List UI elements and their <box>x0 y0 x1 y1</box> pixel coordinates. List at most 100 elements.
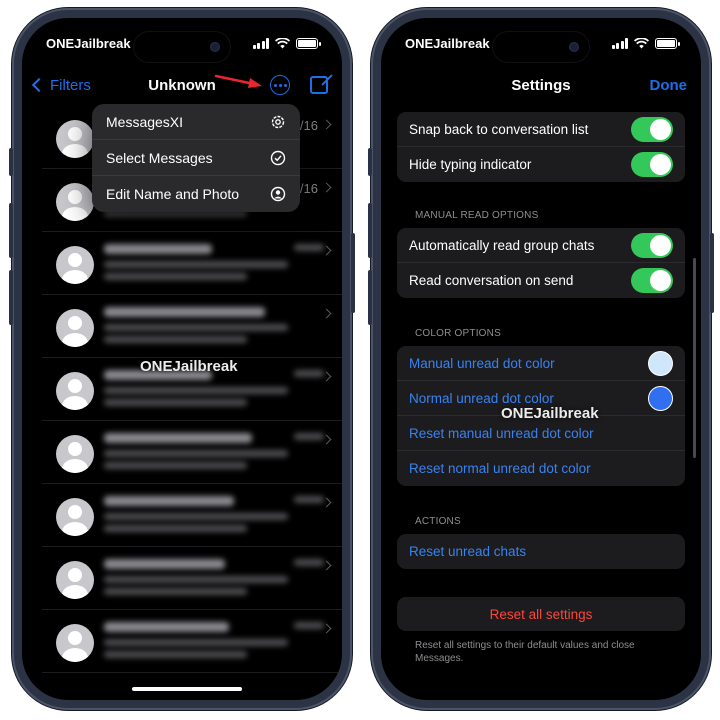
row-label: Manual unread dot color <box>409 355 555 371</box>
avatar <box>56 372 94 410</box>
volume-down-button <box>9 270 13 325</box>
menu-item-label: Select Messages <box>106 149 213 166</box>
read-on-send-row: Read conversation on send <box>397 263 685 298</box>
hide-typing-row: Hide typing indicator <box>397 147 685 182</box>
watermark: ONEJailbreak <box>501 405 599 422</box>
signal-icon <box>252 37 269 49</box>
carrier-label: ONEJailbreak <box>405 35 490 51</box>
row-label: Read conversation on send <box>409 273 574 288</box>
page-title: Settings <box>511 76 571 94</box>
carrier-label: ONEJailbreak <box>46 35 131 51</box>
more-options-icon[interactable] <box>270 75 290 95</box>
checkmark-circle-icon <box>270 150 286 165</box>
manual-dot-color-swatch[interactable] <box>648 350 673 376</box>
nav-bar: Filters Unknown <box>22 70 342 100</box>
row-label: Snap back to conversation list <box>409 121 589 137</box>
left-phone-frame: ONEJailbreak Filters Unknown /16 /16 Mes… <box>9 8 355 710</box>
row-label: Normal unread dot color <box>409 390 554 406</box>
avatar <box>56 120 94 158</box>
snap-back-toggle[interactable] <box>631 116 673 142</box>
blurred-preview <box>104 307 328 347</box>
left-screen: ONEJailbreak Filters Unknown /16 /16 Mes… <box>22 18 342 700</box>
row-label: Reset normal unread dot color <box>409 461 591 476</box>
done-button[interactable]: Done <box>650 77 688 94</box>
row-label: Reset unread chats <box>409 544 527 559</box>
blurred-preview <box>104 622 328 662</box>
section-header: MANUAL READ OPTIONS <box>415 210 539 221</box>
right-phone-frame: ONEJailbreak Settings Done Snap back to … <box>368 8 714 710</box>
hide-typing-toggle[interactable] <box>631 152 673 177</box>
dynamic-island <box>134 32 230 62</box>
person-circle-icon <box>270 186 286 202</box>
right-screen: ONEJailbreak Settings Done Snap back to … <box>381 18 701 700</box>
reset-normal-dot-button[interactable]: Reset normal unread dot color <box>397 451 685 486</box>
power-button <box>351 233 355 313</box>
watermark: ONEJailbreak <box>140 358 238 375</box>
blurred-preview <box>104 559 328 599</box>
conversation-date: /16 <box>299 181 318 196</box>
home-indicator <box>132 687 242 691</box>
conversation-row[interactable] <box>42 232 342 295</box>
section-header: ACTIONS <box>415 516 461 527</box>
settings-list: Snap back to conversation list Hide typi… <box>381 106 701 665</box>
avatar <box>56 561 94 599</box>
auto-read-group-row: Automatically read group chats <box>397 228 685 263</box>
snap-back-row: Snap back to conversation list <box>397 112 685 147</box>
battery-icon <box>655 37 680 49</box>
normal-dot-color-swatch[interactable] <box>648 385 673 411</box>
conversation-row[interactable] <box>42 295 342 358</box>
avatar <box>56 183 94 221</box>
reset-all-settings-button[interactable]: Reset all settings <box>397 597 685 631</box>
conversation-options-group: Snap back to conversation list Hide typi… <box>397 112 685 182</box>
avatar <box>56 498 94 536</box>
volume-up-button <box>368 203 372 258</box>
context-menu: MessagesXI Select Messages Edit Name and… <box>92 104 300 212</box>
camera-icon <box>210 42 220 52</box>
conversation-row[interactable] <box>42 421 342 484</box>
camera-icon <box>569 42 579 52</box>
avatar <box>56 624 94 662</box>
blurred-preview <box>104 244 328 284</box>
reset-all-group: Reset all settings <box>397 597 685 631</box>
battery-icon <box>296 37 321 49</box>
reset-footer-text: Reset all settings to their default valu… <box>415 640 635 664</box>
menu-item-messagesxi[interactable]: MessagesXI <box>92 104 300 140</box>
menu-item-label: Edit Name and Photo <box>106 186 240 202</box>
conversation-date: /16 <box>299 118 318 133</box>
wifi-icon <box>275 37 290 48</box>
power-button <box>710 233 714 313</box>
nav-bar: Settings Done <box>381 70 701 100</box>
auto-read-group-toggle[interactable] <box>631 232 673 258</box>
actions-group: Reset unread chats <box>397 534 685 569</box>
conversation-row[interactable] <box>42 484 342 547</box>
menu-item-edit-name-photo[interactable]: Edit Name and Photo <box>92 176 300 212</box>
avatar <box>56 246 94 284</box>
row-label: Reset manual unread dot color <box>409 425 594 441</box>
back-label: Filters <box>50 76 91 94</box>
conversation-row[interactable] <box>42 547 342 610</box>
compose-icon[interactable] <box>310 76 328 94</box>
avatar <box>56 435 94 473</box>
filters-back-button[interactable]: Filters <box>31 76 91 94</box>
red-arrow-annotation <box>214 74 262 88</box>
section-header: COLOR OPTIONS <box>415 328 501 339</box>
reset-unread-chats-button[interactable]: Reset unread chats <box>397 534 685 569</box>
conversation-row[interactable] <box>42 610 342 673</box>
wifi-icon <box>634 37 649 48</box>
scrollbar[interactable] <box>693 258 696 458</box>
action-button <box>9 148 13 176</box>
gear-icon <box>271 115 285 128</box>
manual-dot-color-row[interactable]: Manual unread dot color <box>397 346 685 381</box>
avatar <box>56 309 94 347</box>
read-on-send-toggle[interactable] <box>631 268 673 293</box>
volume-down-button <box>368 270 372 325</box>
signal-icon <box>611 37 628 49</box>
blurred-preview <box>104 370 328 410</box>
manual-read-group: Automatically read group chats Read conv… <box>397 228 685 298</box>
dynamic-island <box>493 32 589 62</box>
page-title: Unknown <box>148 76 216 94</box>
row-label: Automatically read group chats <box>409 237 595 253</box>
menu-item-select-messages[interactable]: Select Messages <box>92 140 300 176</box>
chevron-left-icon <box>31 77 47 93</box>
menu-item-label: MessagesXI <box>106 113 184 130</box>
